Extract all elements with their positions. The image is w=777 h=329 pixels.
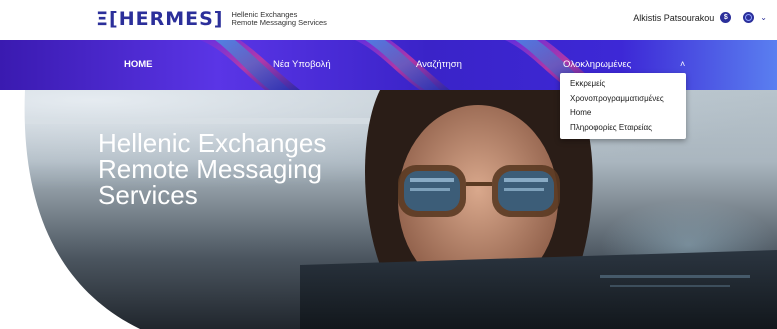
logo-subtitle-line2: Remote Messaging Services bbox=[231, 18, 327, 27]
hermes-logo[interactable]: Ξ[HERMES] Hellenic Exchanges Remote Mess… bbox=[96, 6, 327, 32]
hero-title-line1: Hellenic Exchanges bbox=[98, 128, 327, 158]
user-settings-icon[interactable]: $ bbox=[720, 12, 732, 23]
logo-mark: Ξ[HERMES] bbox=[96, 8, 224, 30]
hero-title: Hellenic Exchanges Remote Messaging Serv… bbox=[98, 130, 398, 208]
dropdown-item-company-info[interactable]: Πληροφορίες Εταιρείας bbox=[560, 121, 686, 136]
user-area: Alkistis Patsourakou $ ⌄ bbox=[633, 12, 767, 23]
hero-title-line3: Services bbox=[98, 180, 198, 210]
dropdown-item-pending[interactable]: Εκκρεμείς bbox=[560, 77, 686, 92]
completed-dropdown-menu: Εκκρεμείς Χρονοπρογραμματισμένες Home Πλ… bbox=[560, 73, 686, 139]
globe-icon[interactable] bbox=[743, 12, 755, 23]
chevron-up-icon[interactable]: ˄ bbox=[680, 59, 685, 69]
top-header: Ξ[HERMES] Hellenic Exchanges Remote Mess… bbox=[0, 0, 777, 40]
hero-title-line2: Remote Messaging bbox=[98, 154, 322, 184]
logo-subtitle: Hellenic Exchanges Remote Messaging Serv… bbox=[231, 10, 327, 28]
nav-new-submission[interactable]: Νέα Υποβολή bbox=[273, 40, 331, 90]
user-name[interactable]: Alkistis Patsourakou bbox=[633, 13, 714, 23]
nav-search[interactable]: Αναζήτηση bbox=[416, 40, 462, 90]
dropdown-item-scheduled[interactable]: Χρονοπρογραμματισμένες bbox=[560, 92, 686, 107]
nav-home[interactable]: HOME bbox=[124, 40, 153, 90]
chevron-down-icon[interactable]: ⌄ bbox=[760, 13, 767, 22]
dropdown-item-home[interactable]: Home bbox=[560, 106, 686, 121]
